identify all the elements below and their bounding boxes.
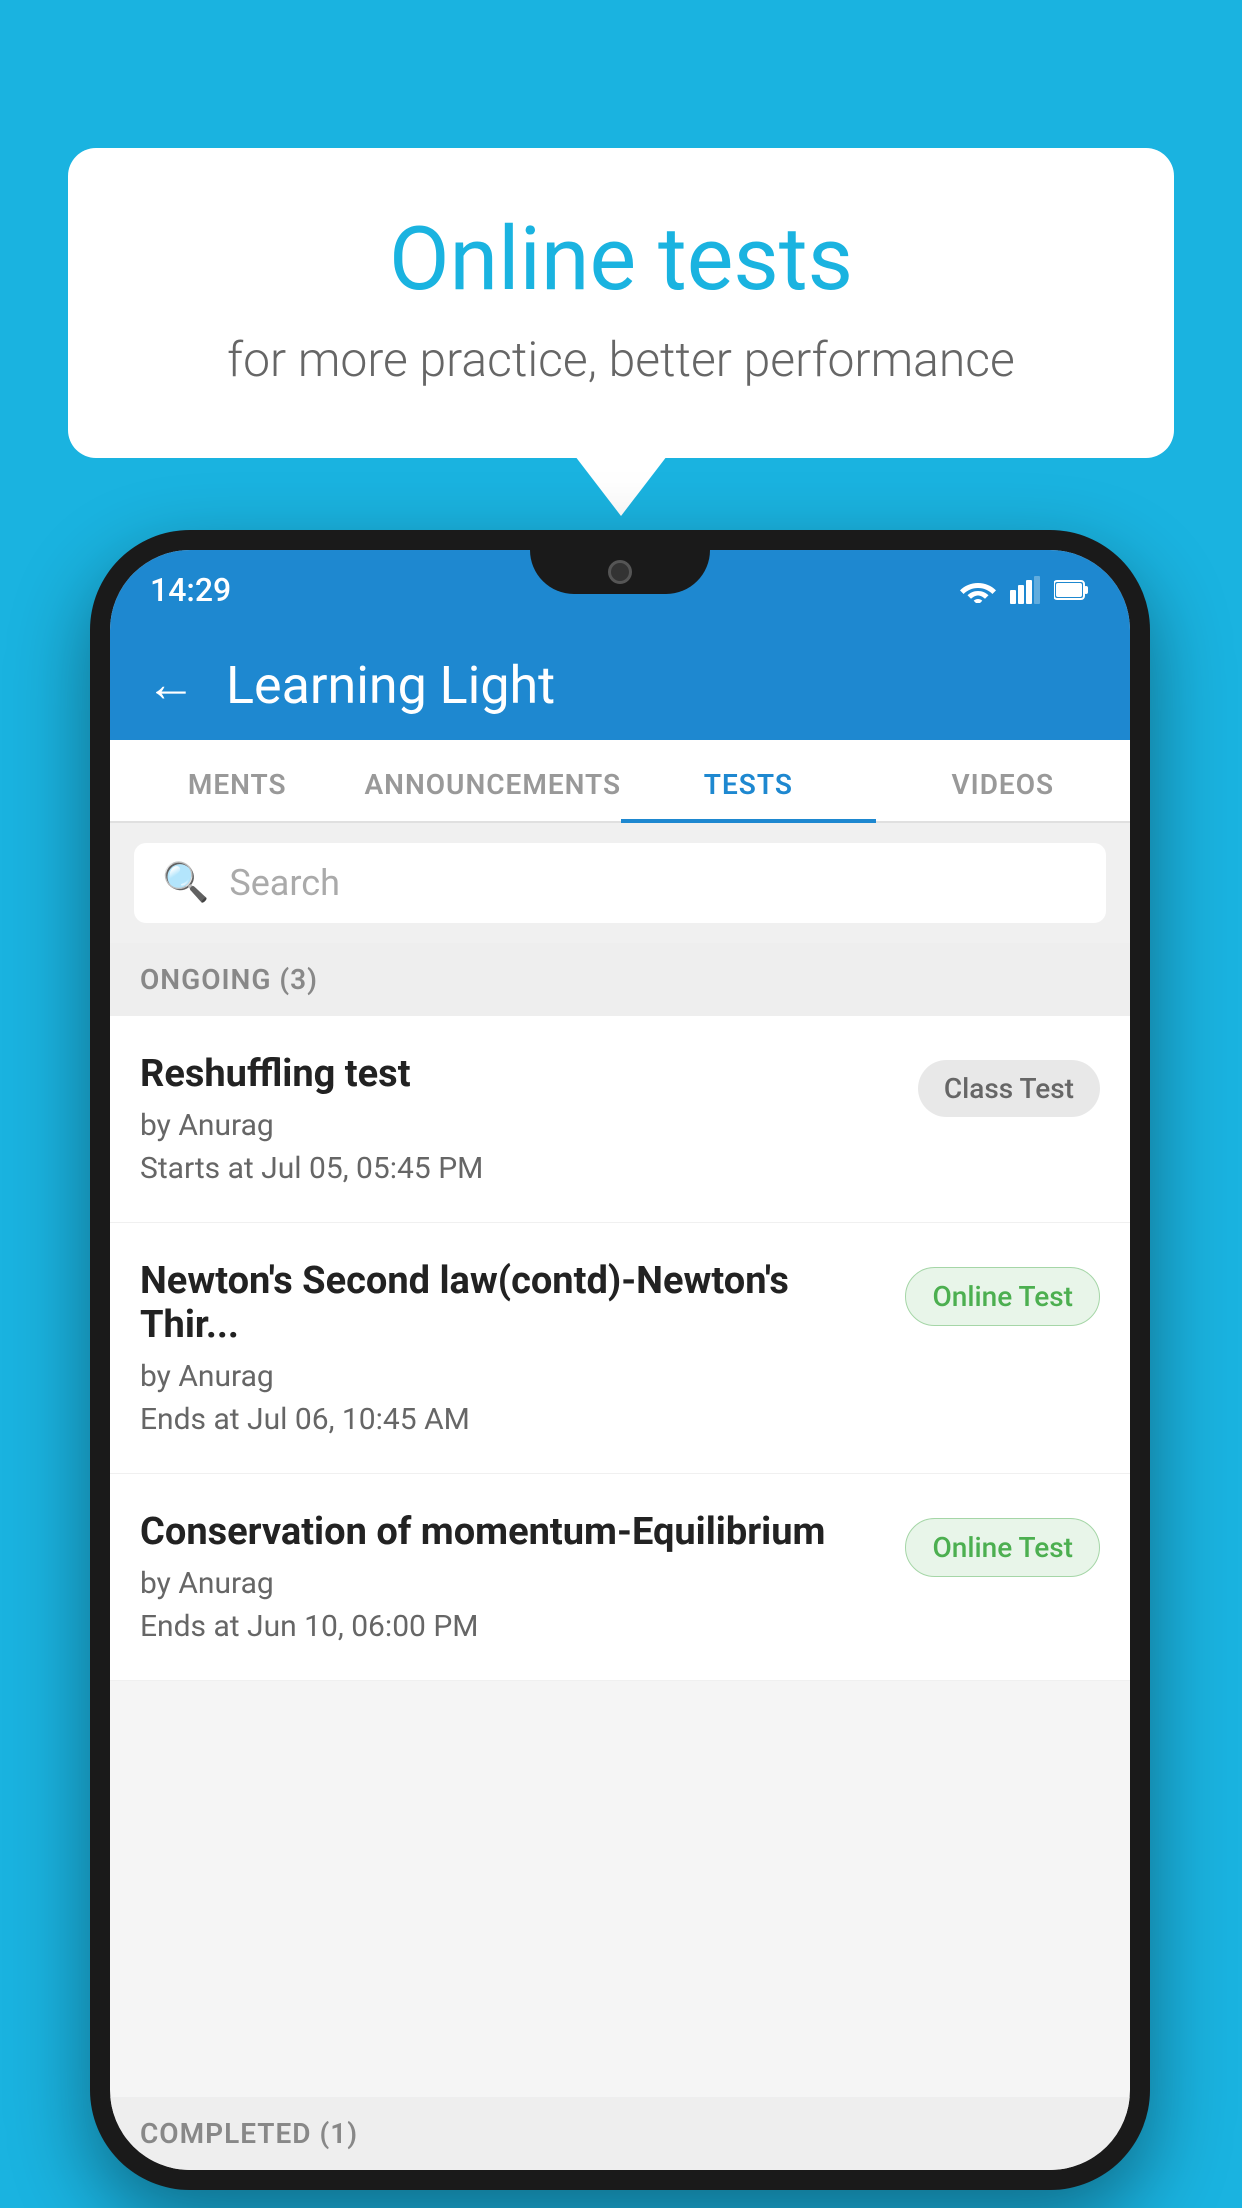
- phone-notch: [530, 550, 710, 594]
- tabs-bar: MENTS ANNOUNCEMENTS TESTS VIDEOS: [110, 740, 1130, 823]
- signal-icon: [1010, 576, 1040, 604]
- test-date-1: Starts at Jul 05, 05:45 PM: [140, 1151, 898, 1186]
- test-item[interactable]: Newton's Second law(contd)-Newton's Thir…: [110, 1223, 1130, 1474]
- ongoing-section-header: ONGOING (3): [110, 943, 1130, 1016]
- test-author-1: by Anurag: [140, 1108, 898, 1143]
- battery-icon: [1054, 579, 1090, 601]
- tab-ments[interactable]: MENTS: [110, 740, 364, 821]
- test-author-3: by Anurag: [140, 1566, 885, 1601]
- speech-bubble-subtitle: for more practice, better performance: [148, 331, 1094, 388]
- speech-bubble: Online tests for more practice, better p…: [68, 148, 1174, 458]
- status-time: 14:29: [150, 571, 231, 609]
- speech-bubble-title: Online tests: [148, 208, 1094, 311]
- test-item[interactable]: Conservation of momentum-Equilibrium by …: [110, 1474, 1130, 1681]
- search-icon: 🔍: [162, 861, 209, 905]
- test-list: Reshuffling test by Anurag Starts at Jul…: [110, 1016, 1130, 1681]
- completed-section-header: COMPLETED (1): [110, 2097, 1130, 2170]
- test-info-3: Conservation of momentum-Equilibrium by …: [140, 1510, 905, 1644]
- wifi-icon: [960, 577, 996, 603]
- test-date-3: Ends at Jun 10, 06:00 PM: [140, 1609, 885, 1644]
- status-bar: 14:29: [110, 550, 1130, 630]
- test-info-2: Newton's Second law(contd)-Newton's Thir…: [140, 1259, 905, 1437]
- status-icons: [960, 576, 1090, 604]
- test-name-1: Reshuffling test: [140, 1052, 898, 1096]
- phone-container: 14:29: [90, 530, 1150, 2190]
- phone-inner: 14:29: [110, 550, 1130, 2170]
- test-badge-3: Online Test: [905, 1518, 1100, 1577]
- phone-camera: [608, 560, 632, 584]
- test-author-2: by Anurag: [140, 1359, 885, 1394]
- tab-announcements[interactable]: ANNOUNCEMENTS: [364, 740, 621, 821]
- test-name-2: Newton's Second law(contd)-Newton's Thir…: [140, 1259, 885, 1347]
- test-item[interactable]: Reshuffling test by Anurag Starts at Jul…: [110, 1016, 1130, 1223]
- search-container: 🔍 Search: [110, 823, 1130, 943]
- tab-tests[interactable]: TESTS: [621, 740, 875, 821]
- test-badge-1: Class Test: [918, 1060, 1100, 1117]
- back-button[interactable]: ←: [146, 660, 196, 710]
- search-placeholder: Search: [229, 862, 340, 904]
- test-name-3: Conservation of momentum-Equilibrium: [140, 1510, 885, 1554]
- search-box[interactable]: 🔍 Search: [134, 843, 1106, 923]
- test-date-2: Ends at Jul 06, 10:45 AM: [140, 1402, 885, 1437]
- test-info-1: Reshuffling test by Anurag Starts at Jul…: [140, 1052, 918, 1186]
- tab-videos[interactable]: VIDEOS: [876, 740, 1130, 821]
- app-header: ← Learning Light: [110, 630, 1130, 740]
- app-header-title: Learning Light: [226, 655, 555, 716]
- test-badge-2: Online Test: [905, 1267, 1100, 1326]
